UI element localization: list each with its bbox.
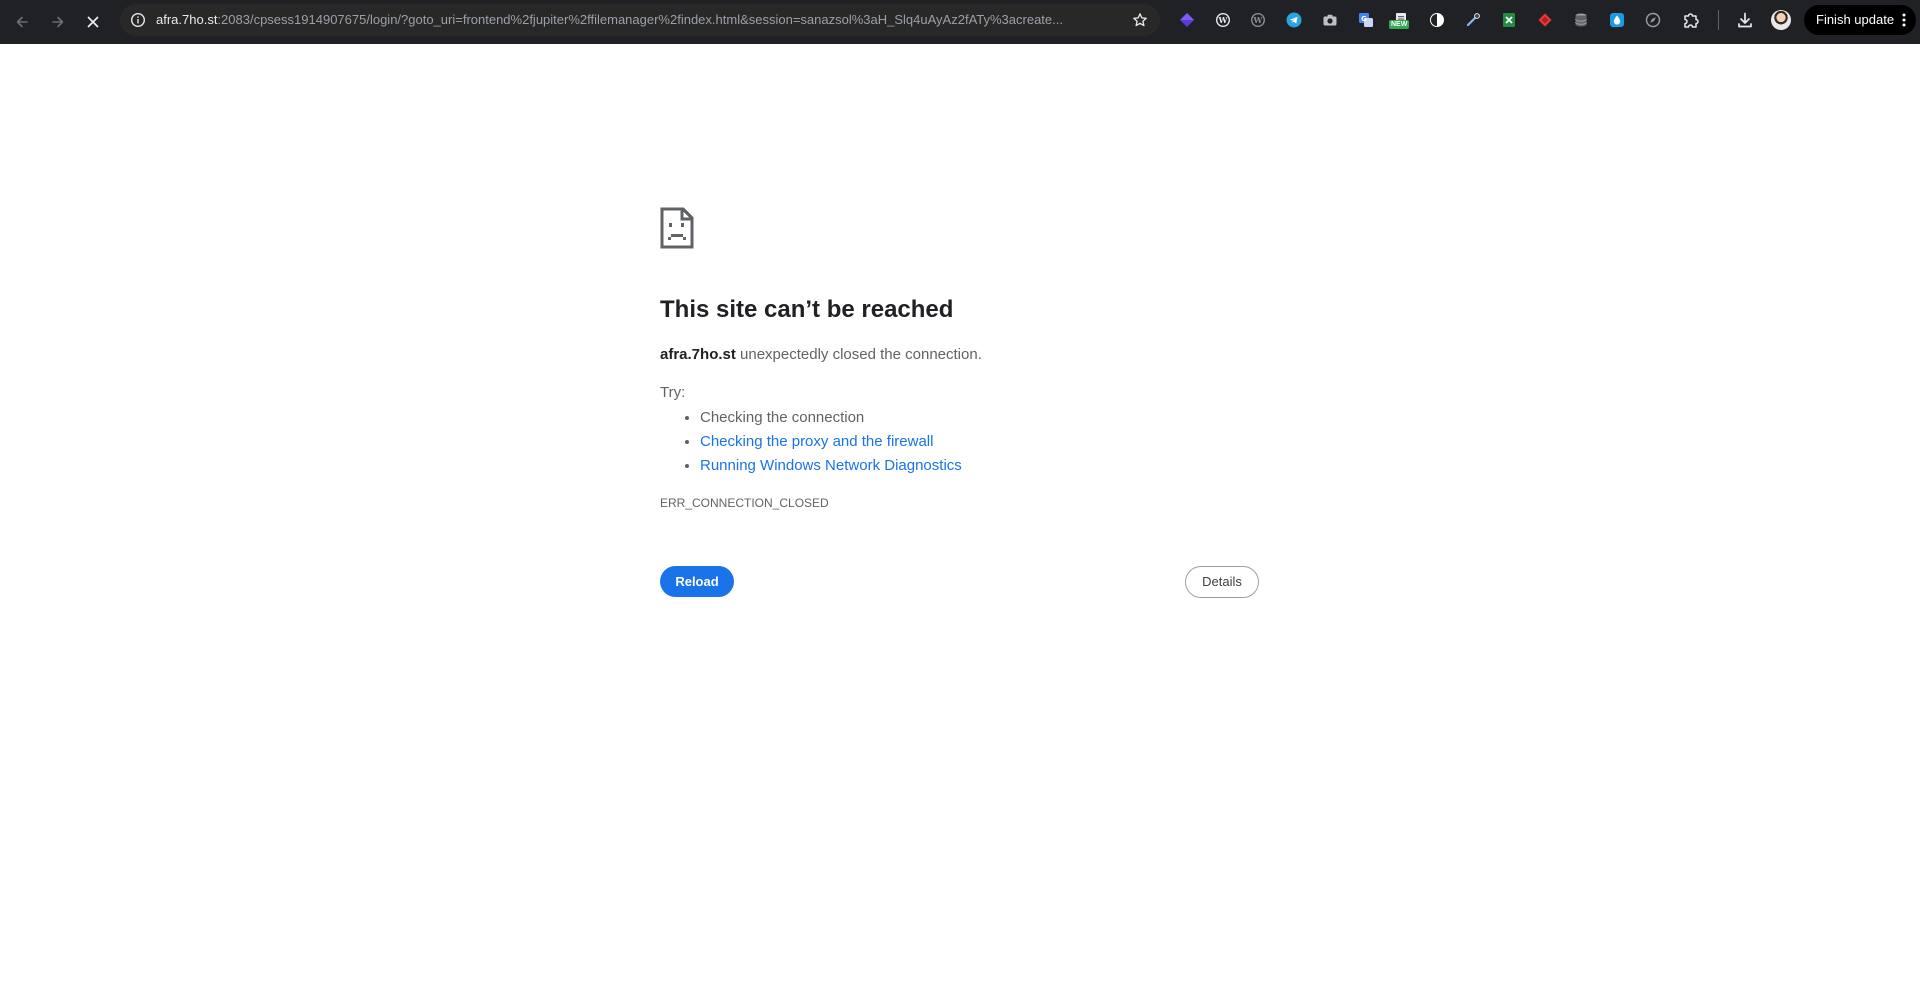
svg-text:W: W xyxy=(1218,15,1229,25)
back-button[interactable] xyxy=(8,8,36,36)
extensions-menu-button[interactable] xyxy=(1681,10,1701,30)
finish-update-button[interactable]: Finish update xyxy=(1804,5,1916,35)
red-diamond-icon xyxy=(1538,13,1552,27)
suggestions-list: Checking the connection Checking the pro… xyxy=(660,406,962,478)
extension-wordpress[interactable]: W xyxy=(1213,10,1233,30)
extension-database[interactable] xyxy=(1571,10,1591,30)
extension-eyedropper[interactable] xyxy=(1463,10,1483,30)
stop-icon xyxy=(87,16,99,28)
suggestion-proxy-firewall-item: Checking the proxy and the firewall xyxy=(700,430,962,454)
address-bar[interactable]: afra.7ho.st:2083/cpsess1914907675/login/… xyxy=(120,4,1160,36)
extension-new[interactable]: NEW xyxy=(1389,10,1411,30)
wordpress-icon: W xyxy=(1216,13,1230,27)
compass-icon xyxy=(1645,12,1661,28)
suggestion-network-diagnostics-item: Running Windows Network Diagnostics xyxy=(700,454,962,478)
extension-water-drop[interactable] xyxy=(1607,10,1627,30)
puzzle-icon xyxy=(1684,13,1699,28)
extension-wordpress-gray[interactable]: W xyxy=(1248,10,1268,30)
wordpress-gray-icon: W xyxy=(1251,13,1265,27)
telegram-icon xyxy=(1286,12,1302,28)
extension-telegram[interactable] xyxy=(1284,10,1304,30)
details-button[interactable]: Details xyxy=(1185,566,1259,598)
extension-camera[interactable] xyxy=(1320,10,1340,30)
try-label: Try: xyxy=(660,384,686,401)
error-summary: afra.7ho.st unexpectedly closed the conn… xyxy=(660,345,982,365)
database-icon xyxy=(1575,13,1587,27)
extension-circle[interactable] xyxy=(1427,10,1447,30)
eyedropper-icon xyxy=(1466,13,1480,27)
url-path: :2083/cpsess1914907675/login/?goto_uri=f… xyxy=(217,12,1063,27)
back-icon xyxy=(16,16,28,28)
site-info-icon[interactable] xyxy=(130,12,146,28)
stop-button[interactable] xyxy=(79,8,107,36)
extension-compass[interactable] xyxy=(1643,10,1663,30)
sad-document-icon xyxy=(660,207,694,249)
error-host: afra.7ho.st xyxy=(660,346,736,363)
extension-translate[interactable]: G xyxy=(1356,10,1376,30)
extension-purple-gem[interactable] xyxy=(1177,10,1197,30)
downloads-icon xyxy=(1738,12,1752,28)
error-title: This site can’t be reached xyxy=(660,296,954,323)
url-host: afra.7ho.st xyxy=(156,12,218,27)
translate-icon: G xyxy=(1359,13,1373,27)
circle-half-icon xyxy=(1430,13,1444,27)
error-summary-text: unexpectedly closed the connection. xyxy=(735,346,982,363)
bookmark-star-icon[interactable] xyxy=(1132,12,1148,28)
error-code: ERR_CONNECTION_CLOSED xyxy=(660,496,829,510)
extension-sheets[interactable] xyxy=(1499,10,1519,30)
svg-text:W: W xyxy=(1253,15,1264,25)
gem-icon xyxy=(1180,13,1194,27)
finish-update-label: Finish update xyxy=(1816,12,1895,27)
suggestion-proxy-firewall-link[interactable]: Checking the proxy and the firewall xyxy=(700,433,933,450)
browser-toolbar: afra.7ho.st:2083/cpsess1914907675/login/… xyxy=(0,0,1920,44)
url-text[interactable]: afra.7ho.st:2083/cpsess1914907675/login/… xyxy=(156,12,1116,28)
spreadsheet-icon xyxy=(1503,13,1515,27)
camera-icon xyxy=(1323,14,1337,26)
extension-red-diamond[interactable] xyxy=(1535,10,1555,30)
profile-avatar[interactable] xyxy=(1771,10,1791,30)
forward-button[interactable] xyxy=(44,8,72,36)
reload-button[interactable]: Reload xyxy=(660,566,734,597)
svg-text:G: G xyxy=(1361,15,1367,23)
toolbar-separator xyxy=(1718,10,1719,30)
downloads-button[interactable] xyxy=(1735,10,1755,30)
suggestion-network-diagnostics-link[interactable]: Running Windows Network Diagnostics xyxy=(700,457,962,474)
more-menu-icon xyxy=(1902,13,1906,27)
forward-icon xyxy=(52,16,64,28)
water-drop-icon xyxy=(1610,13,1624,27)
new-badge: NEW xyxy=(1389,20,1410,29)
suggestion-check-connection: Checking the connection xyxy=(700,406,962,430)
